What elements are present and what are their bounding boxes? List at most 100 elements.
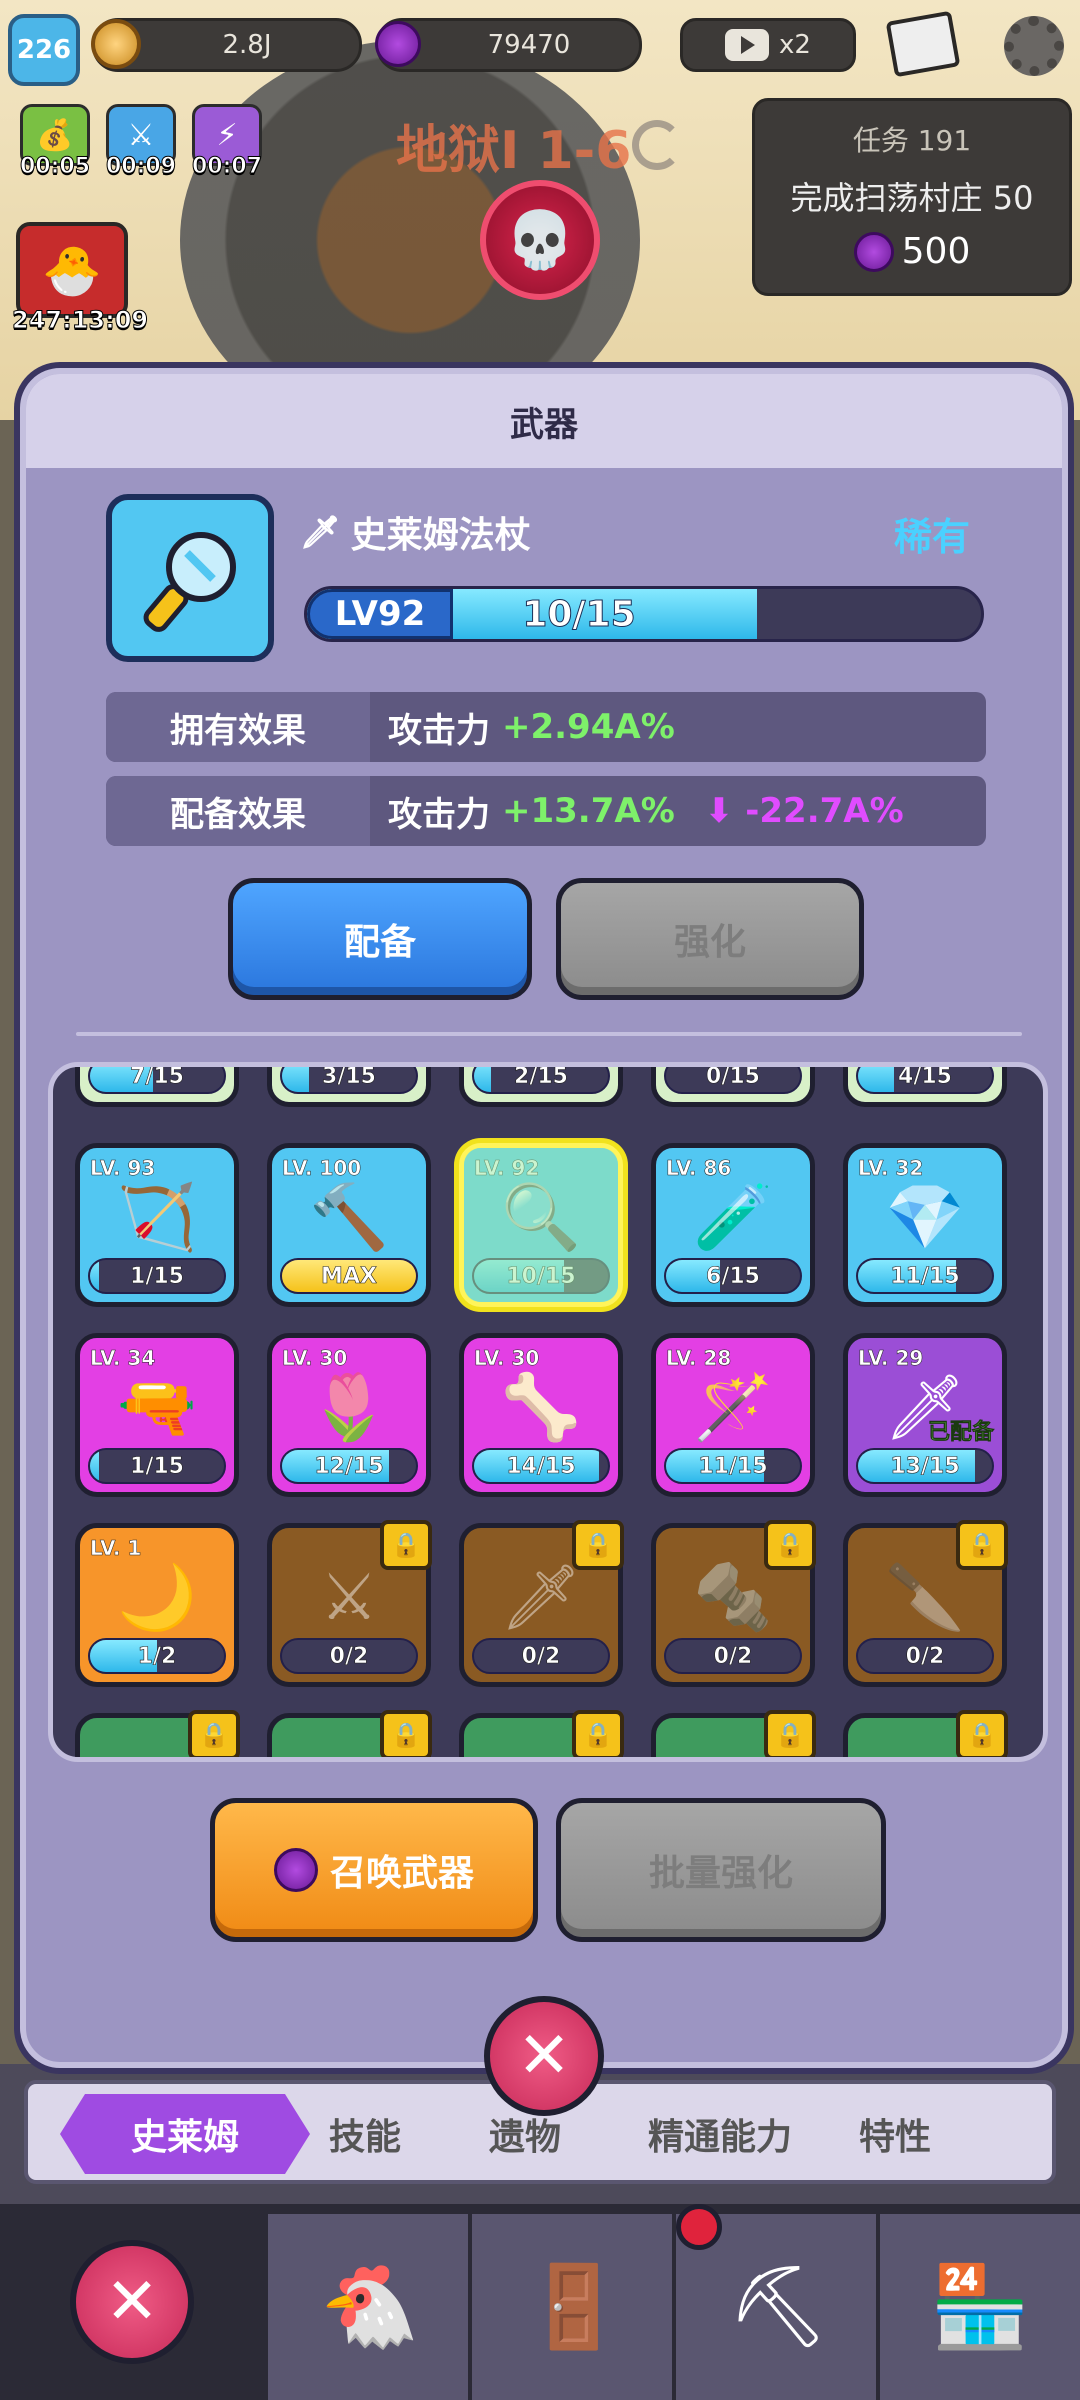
weapon-card[interactable]: 4/15 [843,1067,1007,1107]
dock-chicken-button[interactable]: 🐔 [264,2214,472,2400]
dock-close-button[interactable]: ✕ [70,2240,194,2364]
video-boost-button[interactable]: x2 [680,18,856,72]
weapon-card[interactable]: LV. 29 🗡 13/15 已配备 [843,1333,1007,1497]
weapon-card[interactable]: ⚔ 0/2 🔒 [267,1520,432,1687]
weapon-card[interactable]: 7/15 [75,1067,239,1107]
gold-coin-icon [91,19,141,69]
weapon-card[interactable]: LV. 93 🏹 1/15 [75,1143,239,1307]
weapon-card[interactable]: LV. 30 🌷 12/15 [267,1333,431,1497]
weapon-card[interactable]: LV. 28 🪄 11/15 [651,1333,815,1497]
upgrade-button[interactable]: 强化 [556,878,864,1000]
weapon-card-level: LV. 29 [858,1346,924,1371]
weapon-card[interactable]: LV. 100 🔨 MAX [267,1143,431,1307]
dock-portal-button[interactable]: 🚪 [468,2214,676,2400]
red-blade-icon: 🔪 [885,1561,965,1635]
mining-icon: ⛏ [727,2260,829,2353]
weapon-card[interactable]: LV. 34 🔫 1/15 [75,1333,239,1497]
weapon-progress-bar: 0/15 [664,1067,802,1094]
weapon-progress-text: 2/15 [514,1063,569,1089]
portal-icon: 🚪 [524,2260,624,2353]
weapon-card[interactable]: 3/15 [267,1063,431,1107]
weapon-progress-text: 12/15 [314,1453,384,1479]
shop-icon: 🏪 [930,2260,1030,2353]
bulk-upgrade-button[interactable]: 批量强化 [556,1798,886,1942]
gem-amount: 79470 [487,30,571,60]
weapon-card[interactable]: 🗡 0/2 🔒 [459,1520,624,1687]
weapon-card[interactable]: LV. 30 🦴 14/15 [459,1333,623,1497]
weapon-progress-bar: 6/15 [664,1258,802,1294]
weapon-card[interactable]: 🔒 [651,1710,816,1757]
weapon-progress-bar: 14/15 [472,1448,610,1484]
weapon-progress-bar: 7/15 [88,1067,226,1094]
dock-shop-button[interactable]: 🏪 [876,2214,1080,2400]
refresh-icon[interactable] [632,120,682,170]
dark-blade-icon: ⚔ [320,1561,378,1635]
owned-effect-stat: 攻击力 [388,710,490,751]
tab-relics-label: 遗物 [488,2117,561,2158]
weapon-card[interactable]: LV. 32 💎 11/15 [843,1143,1007,1307]
lock-icon: 🔒 [572,1710,624,1757]
equipped-badge: 已配备 [927,1420,995,1446]
weapon-progress-text: 1/15 [130,1453,185,1479]
weapon-progress-text: 0/2 [329,1643,369,1669]
weapon-level-bar: LV92 10/15 [304,586,984,642]
modal-close-button[interactable]: ✕ [484,1996,604,2116]
weapon-card[interactable]: 🔒 [75,1710,240,1757]
tab-skills[interactable]: 技能 [300,2094,430,2174]
sword-icon: 🗡 [300,513,341,551]
tab-mastery[interactable]: 精通能力 [620,2094,820,2174]
settings-gear-icon[interactable] [1004,16,1064,76]
weapon-card[interactable]: 🔒 [267,1710,432,1757]
tab-skills-label: 技能 [328,2117,401,2158]
close-icon: ✕ [517,2019,571,2093]
down-arrow-icon: ⬇ [704,791,734,831]
tab-mastery-label: 精通能力 [647,2117,792,2158]
weapon-modal: 武器 🗡 史莱姆法杖 稀有 LV92 10/15 拥有效果 攻击力 +2.94A… [20,368,1068,2068]
mail-icon[interactable] [885,10,961,78]
weapon-progress-text: 3/15 [322,1063,377,1089]
quest-panel[interactable]: 任务 191 完成扫荡村庄 50 500 [752,98,1072,296]
crystal-hammer-icon: 💎 [885,1181,965,1255]
equip-button[interactable]: 配备 [228,878,532,1000]
weapon-card[interactable]: 0/15 [651,1067,815,1107]
weapon-progress-text: 11/15 [890,1263,960,1289]
quest-description: 完成扫荡村庄 50 [790,179,1034,217]
buff-timer-3: 00:07 [191,154,263,180]
weapon-card-level: LV. 28 [666,1346,732,1371]
tab-slime[interactable]: 史莱姆 [60,2094,310,2174]
weapon-card[interactable]: LV. 86 🧪 6/15 [651,1143,815,1307]
weapon-progress-bar: 0/2 [280,1638,418,1674]
tab-slime-label: 史莱姆 [130,2117,239,2158]
lock-icon: 🔒 [380,1710,432,1757]
summon-weapon-button[interactable]: 召唤武器 [210,1798,538,1942]
weapon-card[interactable]: LV. 92 🔍 10/15 [459,1143,623,1307]
video-multiplier: x2 [779,30,811,60]
weapon-card[interactable]: 🔪 0/2 🔒 [843,1520,1008,1687]
weapon-progress-text: 0/2 [713,1643,753,1669]
boss-skull-button[interactable]: 💀 [480,180,600,300]
weapon-card[interactable]: 🔒 [459,1710,624,1757]
weapon-card-level: LV. 92 [474,1156,540,1181]
bulk-upgrade-button-label: 批量强化 [648,1853,793,1894]
level-progress-text: 10/15 [522,593,636,635]
weapon-progress-text: 11/15 [698,1453,768,1479]
weapon-card[interactable]: 2/15 [459,1063,623,1107]
skull-icon: 💀 [505,208,575,273]
flower-staff-icon: 🌷 [309,1371,389,1445]
weapon-card[interactable]: 🔒 [843,1710,1008,1757]
spiked-club-icon: 🦴 [501,1371,581,1445]
weapon-card-level: LV. 1 [90,1536,142,1561]
tab-traits[interactable]: 特性 [830,2094,960,2174]
player-level-badge[interactable]: 226 [8,14,80,86]
angel-slime-reward-icon[interactable]: 🐣 [16,222,128,318]
equip-effect-diff: -22.7A% [745,791,904,831]
weapon-card-level: LV. 34 [90,1346,156,1371]
weapon-progress-bar: 4/15 [856,1067,994,1094]
lock-icon: 🔒 [572,1520,624,1570]
weapon-card[interactable]: LV. 1 🌙 1/2 [75,1523,239,1687]
divider [76,1032,1022,1036]
weapon-progress-text: 1/15 [130,1263,185,1289]
weapon-inventory-grid[interactable]: 7/15 3/15 2/15 0/15 4/15 LV. 93 🏹 1/15 LV. 100 🔨 M… [48,1062,1048,1762]
lock-icon: 🔒 [956,1520,1008,1570]
weapon-card[interactable]: 🔩 0/2 🔒 [651,1520,816,1687]
